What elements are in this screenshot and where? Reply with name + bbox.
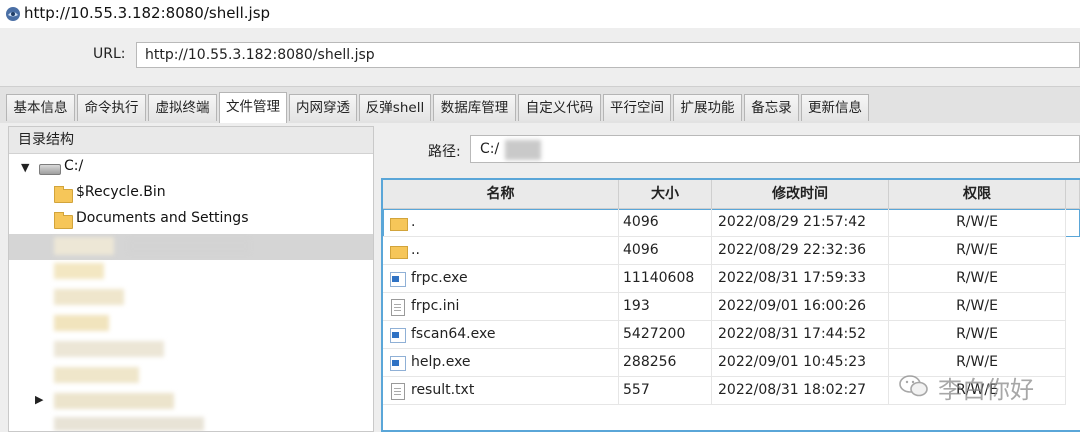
tab-update-info[interactable]: 更新信息 bbox=[801, 94, 869, 121]
tab-intranet-tunnel[interactable]: 内网穿透 bbox=[289, 94, 357, 121]
table-row[interactable]: frpc.exe 11140608 2022/08/31 17:59:33 R/… bbox=[383, 265, 1080, 293]
file-size-cell: 4096 bbox=[619, 237, 712, 265]
path-input[interactable]: C:/ bbox=[470, 135, 1080, 163]
tree-drive-label: C:/ bbox=[64, 158, 84, 174]
file-modified-cell: 2022/09/01 10:45:23 bbox=[712, 349, 889, 377]
tab-command-exec[interactable]: 命令执行 bbox=[77, 94, 146, 121]
table-row[interactable]: fscan64.exe 5427200 2022/08/31 17:44:52 … bbox=[383, 321, 1080, 349]
tab-bar: 基本信息 命令执行 虚拟终端 文件管理 内网穿透 反弹shell 数据库管理 自… bbox=[0, 86, 1080, 123]
table-row[interactable]: frpc.ini 193 2022/09/01 16:00:26 R/W/E bbox=[383, 293, 1080, 321]
column-header-name[interactable]: 名称 bbox=[383, 180, 619, 209]
url-input[interactable]: http://10.55.3.182:8080/shell.jsp bbox=[136, 42, 1080, 68]
file-permission-cell: R/W/E bbox=[889, 265, 1066, 293]
path-value: C:/ bbox=[480, 141, 500, 157]
obscured-tree-item bbox=[54, 393, 174, 409]
tree-node-recycle-bin[interactable]: $Recycle.Bin bbox=[9, 181, 373, 207]
obscured-tree-item bbox=[129, 239, 249, 253]
tab-virtual-terminal[interactable]: 虚拟终端 bbox=[148, 94, 217, 121]
window-titlebar: http://10.55.3.182:8080/shell.jsp bbox=[0, 0, 1080, 28]
obscured-tree-item bbox=[54, 289, 124, 305]
column-header-modified[interactable]: 修改时间 bbox=[712, 180, 889, 209]
column-header-permission[interactable]: 权限 bbox=[889, 180, 1066, 209]
path-label: 路径: bbox=[428, 144, 461, 160]
column-header-size[interactable]: 大小 bbox=[619, 180, 712, 209]
directory-tree-panel: 目录结构 ▼ C:/ $Recycle.Bin Documents and Se… bbox=[8, 126, 374, 432]
obscured-tree-item bbox=[54, 315, 109, 331]
file-modified-cell: 2022/08/31 17:59:33 bbox=[712, 265, 889, 293]
window-title: http://10.55.3.182:8080/shell.jsp bbox=[24, 4, 271, 22]
tab-reverse-shell[interactable]: 反弹shell bbox=[359, 94, 431, 121]
tab-memo[interactable]: 备忘录 bbox=[744, 94, 799, 121]
tree-node-drive[interactable]: ▼ C:/ bbox=[9, 155, 373, 181]
obscured-tree-item bbox=[54, 237, 114, 255]
file-permission-cell: R/W/E bbox=[889, 293, 1066, 321]
watermark-text: 李白你好 bbox=[938, 376, 1034, 404]
tab-custom-code[interactable]: 自定义代码 bbox=[518, 94, 601, 121]
file-size-cell: 11140608 bbox=[619, 265, 712, 293]
app-icon bbox=[6, 7, 20, 21]
obscured-tree-item bbox=[54, 417, 204, 431]
folder-icon bbox=[390, 246, 408, 259]
file-name-cell: . bbox=[383, 209, 619, 237]
file-size-cell: 5427200 bbox=[619, 321, 712, 349]
file-name-cell: .. bbox=[383, 237, 619, 265]
obscured-tree-item bbox=[54, 263, 104, 279]
obscured-tree-item bbox=[54, 341, 164, 357]
file-modified-cell: 2022/08/31 18:02:27 bbox=[712, 377, 889, 405]
obscured-path-segment bbox=[505, 140, 541, 160]
folder-icon bbox=[54, 212, 73, 229]
text-file-icon bbox=[391, 383, 405, 400]
tab-file-manager[interactable]: 文件管理 bbox=[219, 92, 287, 123]
file-size-cell: 193 bbox=[619, 293, 712, 321]
file-name-cell: result.txt bbox=[383, 377, 619, 405]
file-size-cell: 4096 bbox=[619, 209, 712, 237]
table-row[interactable]: . 4096 2022/08/29 21:57:42 R/W/E bbox=[383, 209, 1080, 237]
folder-icon bbox=[390, 218, 408, 231]
exe-icon bbox=[390, 356, 406, 371]
tab-database-manager[interactable]: 数据库管理 bbox=[433, 94, 516, 121]
wechat-icon bbox=[899, 375, 928, 397]
expand-arrow-icon[interactable]: ▼ bbox=[21, 161, 29, 174]
tree-node-documents-settings[interactable]: Documents and Settings bbox=[9, 207, 373, 233]
file-size-cell: 557 bbox=[619, 377, 712, 405]
tree-item-label: $Recycle.Bin bbox=[76, 184, 166, 200]
file-modified-cell: 2022/08/31 17:44:52 bbox=[712, 321, 889, 349]
file-modified-cell: 2022/08/29 22:32:36 bbox=[712, 237, 889, 265]
url-label: URL: bbox=[93, 46, 126, 62]
file-permission-cell: R/W/E bbox=[889, 321, 1066, 349]
drive-icon bbox=[39, 164, 61, 175]
file-permission-cell: R/W/E bbox=[889, 237, 1066, 265]
exe-icon bbox=[390, 328, 406, 343]
folder-icon bbox=[54, 186, 73, 203]
collapse-arrow-icon[interactable]: ▶ bbox=[35, 393, 43, 406]
tab-extensions[interactable]: 扩展功能 bbox=[673, 94, 742, 121]
tree-header: 目录结构 bbox=[9, 127, 373, 154]
file-name-cell: frpc.ini bbox=[383, 293, 619, 321]
tab-parallel-space[interactable]: 平行空间 bbox=[603, 94, 671, 121]
file-name-cell: frpc.exe bbox=[383, 265, 619, 293]
file-name-cell: help.exe bbox=[383, 349, 619, 377]
file-permission-cell: R/W/E bbox=[889, 209, 1066, 237]
file-name-cell: fscan64.exe bbox=[383, 321, 619, 349]
table-row[interactable]: .. 4096 2022/08/29 22:32:36 R/W/E bbox=[383, 237, 1080, 265]
file-modified-cell: 2022/08/29 21:57:42 bbox=[712, 209, 889, 237]
file-modified-cell: 2022/09/01 16:00:26 bbox=[712, 293, 889, 321]
obscured-tree-item bbox=[54, 367, 139, 383]
tab-basic-info[interactable]: 基本信息 bbox=[6, 94, 75, 121]
file-size-cell: 288256 bbox=[619, 349, 712, 377]
tree-item-label: Documents and Settings bbox=[76, 210, 249, 226]
exe-icon bbox=[390, 272, 406, 287]
ini-file-icon bbox=[391, 299, 405, 316]
column-header-extra bbox=[1066, 180, 1080, 209]
